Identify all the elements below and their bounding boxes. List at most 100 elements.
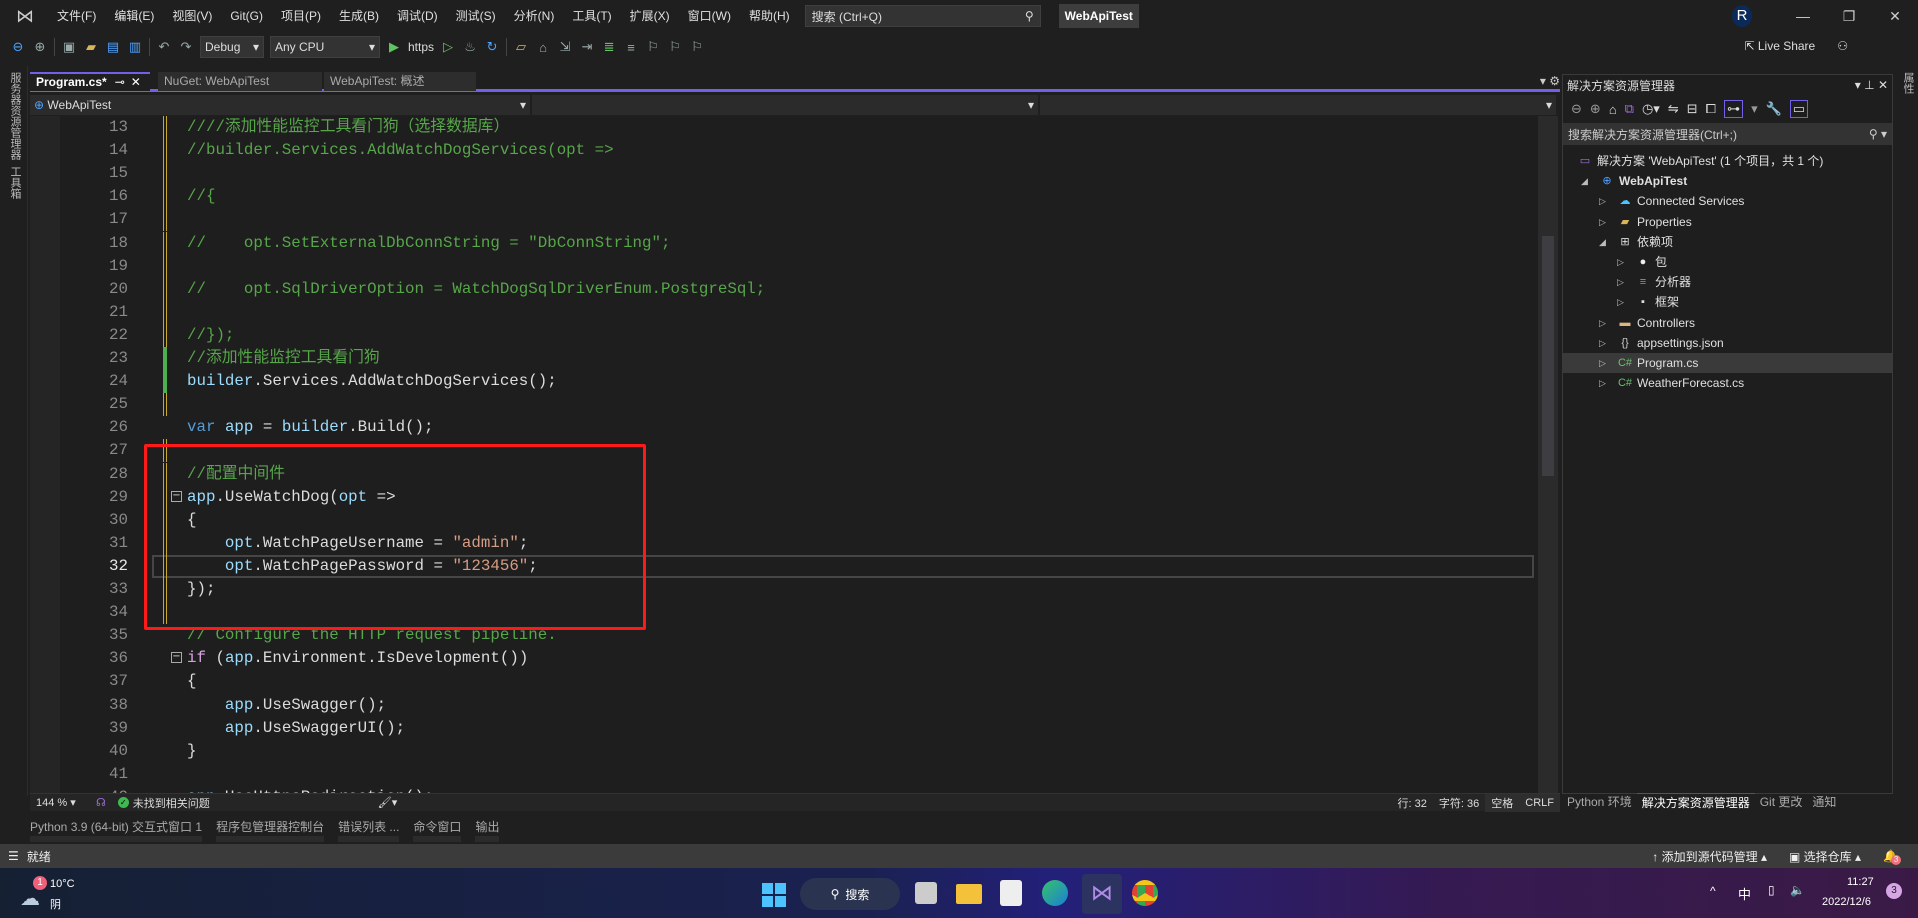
collapsed-icon[interactable]: ▷	[1599, 313, 1609, 333]
pending-changes-icon[interactable]: ◷▾	[1642, 101, 1660, 117]
tree-item[interactable]: ▷ ▰ Properties	[1563, 212, 1892, 232]
code-line[interactable]: 16 //{	[30, 185, 1538, 209]
code-line[interactable]: 42 app.UseHttpsRedirection();	[30, 786, 1538, 793]
file-explorer-icon[interactable]	[956, 884, 982, 904]
collapsed-icon[interactable]: ▷	[1617, 252, 1627, 272]
bottom-tab[interactable]: 输出	[475, 814, 500, 842]
forward-icon[interactable]: ⊕	[1590, 101, 1601, 117]
menu-item[interactable]: 视图(V)	[163, 0, 221, 32]
properties-wrench-icon[interactable]: 🔧	[1766, 101, 1782, 117]
store-icon[interactable]	[1000, 880, 1022, 906]
home-icon[interactable]: ⌂	[1609, 102, 1617, 117]
chevron-down-icon[interactable]: ▾	[1855, 78, 1861, 92]
panel-tab[interactable]: 通知	[1807, 793, 1841, 811]
tree-item[interactable]: ▷ C# WeatherForecast.cs	[1563, 373, 1892, 393]
start-button[interactable]	[762, 883, 786, 907]
code-line[interactable]: 38 app.UseSwagger();	[30, 694, 1538, 717]
server-explorer-tab[interactable]: 服务器资源管理器	[7, 72, 23, 160]
collapsed-icon[interactable]: ▷	[1617, 292, 1627, 312]
start-debug-icon[interactable]: ▶	[386, 39, 402, 55]
bottom-tab[interactable]: Python 3.9 (64-bit) 交互式窗口 1	[30, 814, 203, 842]
menu-item[interactable]: 文件(F)	[48, 0, 105, 32]
chevron-down-icon[interactable]: ▾	[1751, 101, 1758, 117]
notifications-bell[interactable]: 🔔 3	[1883, 849, 1902, 865]
issues-indicator[interactable]: ✓ 未找到相关问题	[112, 794, 372, 812]
collapsed-icon[interactable]: ▷	[1599, 212, 1609, 232]
code-line[interactable]: 17	[30, 208, 1538, 232]
switch-views-icon[interactable]: ⧉	[1625, 101, 1634, 117]
vertical-scrollbar[interactable]	[1538, 116, 1558, 793]
code-line[interactable]: 13 ////添加性能监控工具看门狗（选择数据库）	[30, 116, 1538, 139]
tree-item[interactable]: ▷ ▪ 框架	[1563, 292, 1892, 312]
show-all-files-icon[interactable]: ⧠	[1706, 101, 1716, 117]
tree-item[interactable]: ▷ ● 包	[1563, 252, 1892, 272]
menu-item[interactable]: 项目(P)	[272, 0, 330, 32]
collapsed-icon[interactable]: ▷	[1617, 272, 1627, 292]
class-view-icon[interactable]: ⊶	[1724, 100, 1744, 118]
visual-studio-icon[interactable]: ⋈	[1082, 874, 1122, 914]
live-share-button[interactable]: ⇱ Live Share ⚇	[1744, 39, 1848, 53]
menu-item[interactable]: 帮助(H)	[740, 0, 799, 32]
prev-bookmark-icon[interactable]: ⚐	[667, 39, 683, 55]
volume-icon[interactable]: 🔈	[1790, 883, 1805, 897]
panel-tab[interactable]: 解决方案资源管理器	[1636, 793, 1755, 811]
comment-icon[interactable]: ≣	[601, 39, 617, 55]
code-line[interactable]: 25	[30, 393, 1538, 417]
solution-search-input[interactable]: 搜索解决方案资源管理器(Ctrl+;) ⚲ ▾	[1563, 123, 1892, 145]
pin-icon[interactable]: ⊸	[115, 75, 125, 89]
tree-item[interactable]: ▷ {} appsettings.json	[1563, 333, 1892, 353]
tab-overview[interactable]: WebApiTest: 概述	[324, 72, 476, 91]
indent-icon[interactable]: ⇥	[579, 39, 595, 55]
collapse-icon[interactable]: −	[171, 652, 182, 664]
edge-icon[interactable]	[1042, 880, 1068, 906]
panel-tab[interactable]: Git 更改	[1755, 793, 1808, 811]
find-in-files-icon[interactable]: ▱	[513, 39, 529, 55]
expanded-icon[interactable]: ◢	[1599, 232, 1609, 252]
platform-dropdown[interactable]: Any CPU ▾	[270, 36, 380, 58]
menu-item[interactable]: 工具(T)	[563, 0, 620, 32]
code-line[interactable]: 36 − if (app.Environment.IsDevelopment())	[30, 647, 1538, 670]
hot-reload-icon[interactable]: ♨	[462, 39, 478, 55]
pin-icon[interactable]: ⊥	[1864, 78, 1874, 92]
menu-item[interactable]: 编辑(E)	[105, 0, 163, 32]
code-line[interactable]: 40}	[30, 740, 1538, 763]
menu-item[interactable]: 生成(B)	[330, 0, 388, 32]
menu-item[interactable]: 测试(S)	[447, 0, 505, 32]
tab-options-icon[interactable]: ▾ ⚙	[1540, 74, 1560, 88]
preview-icon[interactable]: ▭	[1789, 100, 1809, 118]
toolbox-tab[interactable]: 工具箱	[7, 166, 23, 199]
bottom-tab[interactable]: 命令窗口	[413, 814, 462, 842]
expanded-icon[interactable]: ◢	[1581, 171, 1591, 191]
bookmark-icon[interactable]: ⚐	[645, 39, 661, 55]
configuration-dropdown[interactable]: Debug ▾	[200, 36, 264, 58]
layout-icon[interactable]: ⌂	[535, 40, 551, 55]
ime-indicator[interactable]: 中	[1738, 884, 1751, 903]
code-line[interactable]: 21	[30, 300, 1538, 324]
step-icon[interactable]: ⇲	[557, 39, 573, 55]
back-icon[interactable]: ⊖	[10, 39, 26, 55]
refresh-icon[interactable]: ↻	[484, 39, 500, 55]
back-icon[interactable]: ⊖	[1571, 101, 1582, 117]
tree-item[interactable]: ◢ ⊞ 依赖项	[1563, 232, 1892, 252]
code-line[interactable]: 24 builder.Services.AddWatchDogServices()…	[30, 370, 1538, 394]
open-folder-icon[interactable]: ▰	[83, 39, 99, 55]
sync-icon[interactable]: ⇋	[1668, 101, 1679, 117]
search-box[interactable]: 搜索 (Ctrl+Q) ⚲	[804, 5, 1041, 27]
forward-icon[interactable]: ⊕	[32, 39, 48, 55]
save-icon[interactable]: ▤	[105, 39, 121, 55]
taskbar-search[interactable]: ⚲ 搜索	[800, 878, 900, 910]
close-icon[interactable]: ✕	[1872, 8, 1918, 25]
tree-item[interactable]: ◢ ⊕ WebApiTest	[1563, 171, 1892, 191]
tab-nuget[interactable]: NuGet: WebApiTest	[158, 72, 322, 91]
collapsed-icon[interactable]: ▷	[1599, 191, 1609, 211]
next-bookmark-icon[interactable]: ⚐	[689, 39, 705, 55]
collapse-all-icon[interactable]: ⊟	[1687, 101, 1698, 117]
start-without-debug-icon[interactable]: ▷	[440, 39, 456, 55]
tree-item[interactable]: ▭ 解决方案 'WebApiTest' (1 个项目，共 1 个)	[1563, 151, 1892, 171]
code-line[interactable]: 39 app.UseSwaggerUI();	[30, 717, 1538, 740]
indent-indicator[interactable]: 空格	[1485, 793, 1520, 812]
feedback-icon[interactable]: ⚇	[1837, 39, 1848, 53]
menu-item[interactable]: 分析(N)	[505, 0, 564, 32]
collapsed-icon[interactable]: ▷	[1599, 353, 1609, 373]
new-project-icon[interactable]: ▣	[61, 39, 77, 55]
